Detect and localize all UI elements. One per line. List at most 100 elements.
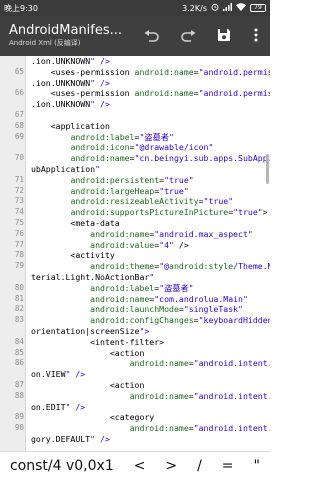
- redo-button[interactable]: [170, 16, 206, 56]
- line-number: 87: [14, 379, 24, 389]
- code-line[interactable]: 86 android:name="android.intent.acti: [0, 358, 270, 369]
- line-code: android:resizeableActivity="true": [70, 196, 234, 207]
- signal-icon: [223, 3, 232, 13]
- line-code: android:label="盗墓者": [70, 131, 174, 142]
- code-line[interactable]: 89 <category: [0, 412, 270, 423]
- symbol-key[interactable]: /: [193, 458, 206, 474]
- line-code: android:launchMode="singleTask": [90, 304, 243, 315]
- line-number: 70: [14, 153, 24, 163]
- code-line[interactable]: 67: [0, 110, 270, 121]
- code-line[interactable]: 80 android:label="盗墓者": [0, 283, 270, 294]
- code-line[interactable]: terial.Light.NoActionBar": [0, 272, 270, 283]
- code-line[interactable]: 87 <action: [0, 380, 270, 391]
- line-code: android:supportsPictureInPicture="true">: [70, 207, 268, 218]
- code-line[interactable]: 88 android:name="android.intent.acti: [0, 391, 270, 402]
- code-line[interactable]: 81 android:name="com.androlua.Main": [0, 294, 270, 305]
- code-line[interactable]: 74 android:supportsPictureInPicture="tru…: [0, 207, 270, 218]
- code-line[interactable]: 90 android:name="android.intent.cate: [0, 423, 270, 434]
- app-bar: AndroidManifes... Android Xml (反编译): [0, 16, 270, 56]
- battery-level: 79: [254, 4, 262, 11]
- code-line[interactable]: gory.DEFAULT" />: [0, 434, 270, 445]
- code-lines[interactable]: .ion.UNKNOWN" /> 65 <uses-permission andr…: [0, 56, 270, 445]
- code-line[interactable]: 72 android:largeHeap="true": [0, 186, 270, 197]
- toolbar-actions: [134, 16, 270, 56]
- code-line[interactable]: on.EDIT" />: [0, 402, 270, 413]
- code-line[interactable]: .ion.UNKNOWN" />: [0, 99, 270, 110]
- code-line[interactable]: 79 android:theme="@android:style/Theme.M…: [0, 261, 270, 272]
- line-number: 78: [14, 250, 24, 260]
- undo-button[interactable]: [134, 16, 170, 56]
- redo-icon: [180, 27, 196, 46]
- code-line[interactable]: 70 android:name="cn.beingyi.sub.apps.Sub…: [0, 153, 270, 164]
- wifi-icon: [236, 3, 246, 13]
- code-line[interactable]: 82 android:launchMode="singleTask": [0, 304, 270, 315]
- line-number: 86: [14, 358, 24, 368]
- line-code: android:largeHeap="true": [70, 185, 189, 196]
- code-line[interactable]: 76 android:name="android.max_aspect": [0, 229, 270, 240]
- line-code: .ion.UNKNOWN" />: [31, 56, 110, 66]
- line-number: 74: [14, 207, 24, 217]
- line-number: 65: [14, 66, 24, 76]
- more-vert-icon: [254, 27, 258, 46]
- line-code: terial.Light.NoActionBar": [31, 271, 155, 282]
- line-number: 79: [14, 261, 24, 271]
- symbol-key[interactable]: <: [130, 458, 150, 474]
- line-code: android:configChanges="keyboardHidden|: [90, 315, 270, 326]
- symbol-key[interactable]: ": [250, 458, 264, 474]
- code-line[interactable]: 77 android:value="4" />: [0, 240, 270, 251]
- line-code: android:name="android.intent.cate: [129, 423, 270, 434]
- line-code: .ion.UNKNOWN" />: [31, 99, 110, 110]
- more-options-button[interactable]: [242, 16, 270, 56]
- line-number: 84: [14, 336, 24, 346]
- code-line[interactable]: .ion.UNKNOWN" />: [0, 56, 270, 67]
- code-line[interactable]: 83 android:configChanges="keyboardHidden…: [0, 315, 270, 326]
- code-line[interactable]: 71 android:persistent="true": [0, 175, 270, 186]
- undo-icon: [144, 27, 160, 46]
- code-editor[interactable]: .ion.UNKNOWN" /> 65 <uses-permission andr…: [0, 56, 270, 451]
- line-code: on.EDIT" />: [31, 401, 86, 412]
- scrollbar-thumb[interactable]: [266, 154, 269, 184]
- code-line[interactable]: android:icon="@drawable/icon": [0, 142, 270, 153]
- line-code: android:icon="@drawable/icon": [70, 142, 214, 153]
- line-number: 81: [14, 293, 24, 303]
- code-line[interactable]: on.VIEW" />: [0, 369, 270, 380]
- code-line[interactable]: 78 <activity: [0, 250, 270, 261]
- code-line[interactable]: 65 <uses-permission android:name="androi…: [0, 67, 270, 78]
- line-number: 76: [14, 228, 24, 238]
- status-time: 晚上9:30: [4, 3, 38, 13]
- line-code: <action: [31, 347, 145, 358]
- line-number: 75: [14, 217, 24, 227]
- line-code: ubApplication": [31, 163, 101, 174]
- battery-icon: 79: [250, 4, 266, 12]
- code-line[interactable]: orientation|screenSize">: [0, 326, 270, 337]
- line-number: 83: [14, 315, 24, 325]
- code-line[interactable]: .ion.UNKNOWN" />: [0, 78, 270, 89]
- line-code: <intent-filter>: [31, 336, 165, 347]
- line-code: android:label="盗墓者": [90, 282, 194, 293]
- code-line[interactable]: 73 android:resizeableActivity="true": [0, 196, 270, 207]
- line-code: <uses-permission android:name="android.p…: [31, 88, 270, 99]
- code-line[interactable]: 68 <application: [0, 121, 270, 132]
- network-speed: 3.2K/s: [182, 3, 207, 13]
- snippet-insert-button[interactable]: const/4 v0,0x1: [6, 458, 118, 474]
- line-code: <activity: [31, 250, 115, 261]
- code-line[interactable]: ubApplication": [0, 164, 270, 175]
- line-number: 71: [14, 174, 24, 184]
- line-code: <meta-data: [31, 217, 120, 228]
- save-button[interactable]: [206, 16, 242, 56]
- line-number: 88: [14, 390, 24, 400]
- code-line[interactable]: 69 android:label="盗墓者": [0, 132, 270, 143]
- file-subtitle: Android Xml (反编译): [9, 39, 81, 47]
- code-line[interactable]: 75 <meta-data: [0, 218, 270, 229]
- line-number: 68: [14, 120, 24, 130]
- code-line[interactable]: 84 <intent-filter>: [0, 337, 270, 348]
- symbol-key[interactable]: >: [161, 458, 181, 474]
- code-line[interactable]: 85 <action: [0, 348, 270, 359]
- title-block: AndroidManifes... Android Xml (反编译): [0, 23, 134, 49]
- code-line[interactable]: 66 <uses-permission android:name="androi…: [0, 88, 270, 99]
- line-code: android:name="cn.beingyi.sub.apps.SubApp…: [70, 153, 270, 164]
- line-code: <application: [31, 120, 110, 131]
- file-title: AndroidManifes...: [9, 23, 123, 38]
- alarm-icon: [211, 3, 219, 13]
- symbol-key[interactable]: =: [218, 458, 238, 474]
